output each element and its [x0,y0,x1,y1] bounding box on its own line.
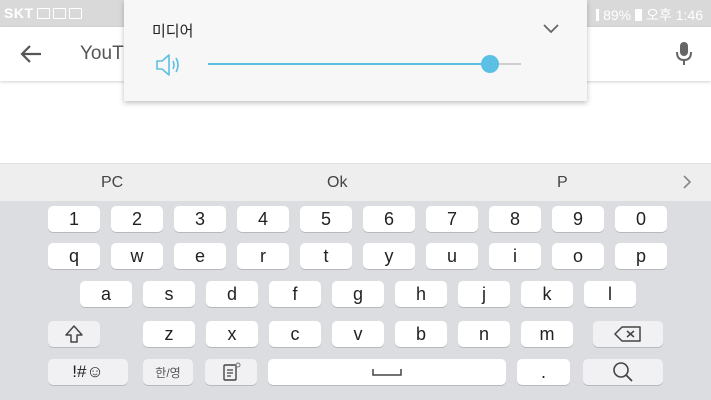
key-0-2[interactable]: 3 [174,206,226,232]
space-bar-icon [372,369,402,376]
key-0-1[interactable]: 2 [111,206,163,232]
space-key[interactable] [268,359,506,385]
gallery-icon [52,7,66,19]
key-1-1[interactable]: w [111,243,163,269]
period-key[interactable]: . [517,359,570,385]
key-3-1[interactable]: x [206,321,258,347]
key-2-3[interactable]: f [269,281,321,307]
key-0-8[interactable]: 9 [552,206,604,232]
key-1-3[interactable]: r [237,243,289,269]
key-2-7[interactable]: k [521,281,573,307]
key-3-6[interactable]: m [521,321,573,347]
notification-icon [68,7,82,19]
key-3-3[interactable]: v [332,321,384,347]
key-2-5[interactable]: h [395,281,447,307]
suggestion-bar: PC Ok P [0,163,711,202]
suggestion-1[interactable]: PC [101,174,123,192]
message-icon [36,7,50,19]
battery-icon [635,9,643,21]
key-0-5[interactable]: 6 [363,206,415,232]
key-3-4[interactable]: b [395,321,447,347]
search-key[interactable] [583,359,663,385]
key-3-2[interactable]: c [269,321,321,347]
key-1-2[interactable]: e [174,243,226,269]
search-icon [613,362,633,382]
volume-slider[interactable] [208,55,521,73]
backspace-key[interactable] [593,321,663,347]
key-3-0[interactable]: z [143,321,195,347]
backspace-icon [614,326,641,342]
shift-arrow-icon [65,325,83,343]
key-2-4[interactable]: g [332,281,384,307]
search-input[interactable]: YouT [80,43,124,65]
arrow-left-icon [20,45,41,63]
chevron-right-icon[interactable] [681,173,693,191]
suggestion-3[interactable]: P [557,174,568,192]
key-0-0[interactable]: 1 [48,206,100,232]
key-1-5[interactable]: y [363,243,415,269]
key-0-3[interactable]: 4 [237,206,289,232]
key-0-6[interactable]: 7 [426,206,478,232]
key-1-4[interactable]: t [300,243,352,269]
battery-level: 89% [603,7,632,23]
key-1-6[interactable]: u [426,243,478,269]
language-toggle-key[interactable]: 한/영 [143,359,193,385]
volume-panel: 미디어 [124,0,587,101]
volume-stream-title: 미디어 [152,23,194,40]
speaker-icon[interactable] [155,52,183,78]
key-0-9[interactable]: 0 [615,206,667,232]
keyboard: 1234567890 qwertyuiop asdfghjkl zxcvbnm !#☺… [0,201,711,400]
key-1-0[interactable]: q [48,243,100,269]
key-3-5[interactable]: n [458,321,510,347]
symbols-key[interactable]: !#☺ [48,359,128,385]
back-button[interactable] [16,41,46,67]
microphone-icon [676,42,692,65]
signal-icon [596,9,600,21]
key-2-2[interactable]: d [206,281,258,307]
key-2-8[interactable]: l [584,281,636,307]
carrier-label: SKT [4,5,34,21]
suggestion-2[interactable]: Ok [327,174,347,192]
chevron-down-icon[interactable] [541,18,561,38]
clipboard-icon [223,362,241,381]
volume-slider-fill [208,63,490,65]
key-2-0[interactable]: a [80,281,132,307]
volume-slider-thumb[interactable] [480,55,499,73]
key-0-7[interactable]: 8 [489,206,541,232]
key-2-6[interactable]: j [458,281,510,307]
clock: 오후 1:46 [646,7,703,23]
key-0-4[interactable]: 5 [300,206,352,232]
shift-key[interactable] [48,321,100,347]
clipboard-key[interactable] [205,359,257,385]
key-1-7[interactable]: i [489,243,541,269]
key-2-1[interactable]: s [143,281,195,307]
key-1-9[interactable]: p [615,243,667,269]
voice-search-button[interactable] [671,40,697,68]
key-1-8[interactable]: o [552,243,604,269]
